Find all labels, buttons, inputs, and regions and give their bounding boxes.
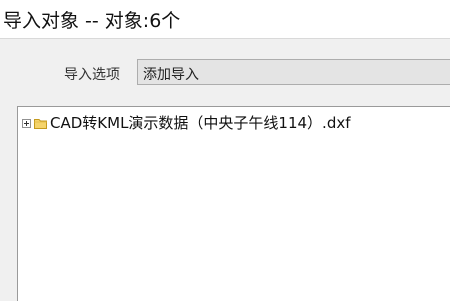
expand-plus-icon[interactable] — [22, 118, 31, 128]
import-options-select[interactable]: 添加导入 — [137, 59, 450, 85]
title-bar: 导入对象 -- 对象:6个 — [0, 0, 450, 38]
window-title: 导入对象 -- 对象:6个 — [3, 10, 181, 32]
import-options-selected-value: 添加导入 — [143, 67, 199, 83]
tree-item-label: CAD转KML演示数据（中央子午线114）.dxf — [50, 114, 351, 132]
dialog-panel: 导入选项 添加导入 CAD转KML演示数据（中央子午线114）.dxf — [0, 38, 450, 301]
object-tree[interactable]: CAD转KML演示数据（中央子午线114）.dxf — [17, 106, 450, 301]
folder-icon — [34, 118, 47, 129]
import-options-label: 导入选项 — [64, 67, 120, 83]
tree-item-dxf-file[interactable]: CAD转KML演示数据（中央子午线114）.dxf — [22, 113, 351, 133]
